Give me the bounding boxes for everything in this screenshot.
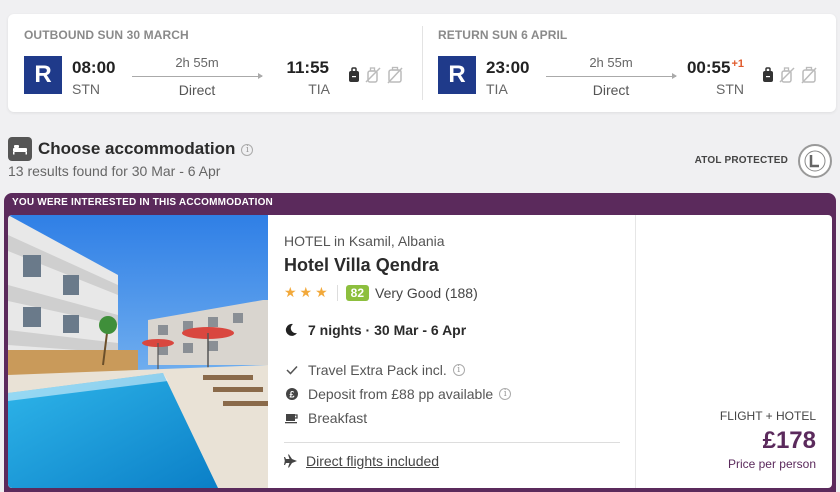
info-icon[interactable]: i xyxy=(452,364,465,376)
outbound-departure-airport: STN xyxy=(72,81,100,97)
small-bag-icon xyxy=(349,67,359,82)
outbound-baggage-icons xyxy=(348,66,404,84)
coffee-cup-icon xyxy=(284,412,300,424)
results-count: 13 results found for 30 Mar - 6 Apr xyxy=(8,163,221,179)
moon-icon xyxy=(285,323,297,336)
small-bag-icon xyxy=(763,67,773,82)
price-value: £178 xyxy=(762,427,816,454)
price-panel[interactable]: FLIGHT + HOTEL £178 Price per person xyxy=(635,215,832,488)
outbound-arrival-airport: TIA xyxy=(308,81,330,97)
airline-logo-return: R xyxy=(438,56,476,94)
hold-bag-excluded-icon xyxy=(387,66,403,84)
hold-bag-excluded-icon xyxy=(801,66,817,84)
review-score-badge: 82 xyxy=(345,284,370,301)
review-score-text: Very Good (188) xyxy=(375,284,478,301)
return-arrival-time: 00:55+1 xyxy=(686,58,744,77)
interest-banner: YOU WERE INTERESTED IN THIS ACCOMMODATIO… xyxy=(12,197,273,208)
feature-travel-extra: Travel Extra Pack incl. i xyxy=(284,362,465,378)
price-label: FLIGHT + HOTEL xyxy=(719,409,816,423)
outbound-departure-time: 08:00 xyxy=(72,58,116,77)
plus-day-badge: +1 xyxy=(731,58,744,70)
outbound-route-arrow xyxy=(132,73,263,79)
atol-logo-icon xyxy=(798,144,832,178)
return-duration: 2h 55m xyxy=(589,55,633,70)
info-icon[interactable]: i xyxy=(241,143,254,156)
outbound-title: OUTBOUND SUN 30 MARCH xyxy=(24,28,189,42)
hotel-details: HOTEL in Ksamil, Albania Hotel Villa Qen… xyxy=(284,215,624,488)
rating-divider xyxy=(336,284,338,301)
return-route-arrow xyxy=(546,73,677,79)
svg-text:£: £ xyxy=(289,390,294,400)
outbound-stops: Direct xyxy=(178,82,216,98)
flight-summary-card: OUTBOUND SUN 30 MARCH R 08:00 STN 2h 55m… xyxy=(8,14,836,112)
accommodation-heading: Choose accommodation i xyxy=(38,139,254,159)
atol-label: ATOL PROTECTED xyxy=(694,155,788,166)
cabin-bag-excluded-icon xyxy=(779,67,795,83)
outbound-leg: OUTBOUND SUN 30 MARCH R 08:00 STN 2h 55m… xyxy=(8,14,422,112)
outbound-duration: 2h 55m xyxy=(175,55,219,70)
airline-logo-outbound: R xyxy=(24,56,62,94)
return-stops: Direct xyxy=(592,82,630,98)
hotel-photo[interactable] xyxy=(8,215,268,488)
feature-board: Breakfast xyxy=(284,410,367,426)
hotel-result-card[interactable]: YOU WERE INTERESTED IN THIS ACCOMMODATIO… xyxy=(4,193,836,492)
direct-flights-link[interactable]: Direct flights included xyxy=(284,453,439,469)
return-arrival-airport: STN xyxy=(716,81,744,97)
return-leg: RETURN SUN 6 APRIL R 23:00 TIA 2h 55m Di… xyxy=(422,14,836,112)
checkmark-icon xyxy=(284,365,300,375)
bed-icon xyxy=(8,137,32,161)
rating-row: ★★★ 82 Very Good (188) xyxy=(284,284,478,301)
outbound-arrival-time: 11:55 xyxy=(286,58,329,77)
cabin-bag-excluded-icon xyxy=(365,67,381,83)
hotel-type-location: HOTEL in Ksamil, Albania xyxy=(284,233,445,249)
hotel-card-body: HOTEL in Ksamil, Albania Hotel Villa Qen… xyxy=(8,215,832,488)
feature-deposit: £ Deposit from £88 pp available i xyxy=(284,386,512,402)
return-baggage-icons xyxy=(762,66,818,84)
return-departure-airport: TIA xyxy=(486,81,508,97)
plane-icon xyxy=(284,454,297,468)
details-divider xyxy=(284,442,620,443)
info-icon[interactable]: i xyxy=(499,388,512,400)
star-rating-icon: ★★★ xyxy=(284,284,331,300)
price-per-person-label: Price per person xyxy=(727,457,816,471)
stay-duration: 7 nights · 30 Mar - 6 Apr xyxy=(284,322,466,338)
deposit-coin-icon: £ xyxy=(284,387,300,401)
return-title: RETURN SUN 6 APRIL xyxy=(438,28,568,42)
return-departure-time: 23:00 xyxy=(486,58,530,77)
hotel-name[interactable]: Hotel Villa Qendra xyxy=(284,255,439,276)
